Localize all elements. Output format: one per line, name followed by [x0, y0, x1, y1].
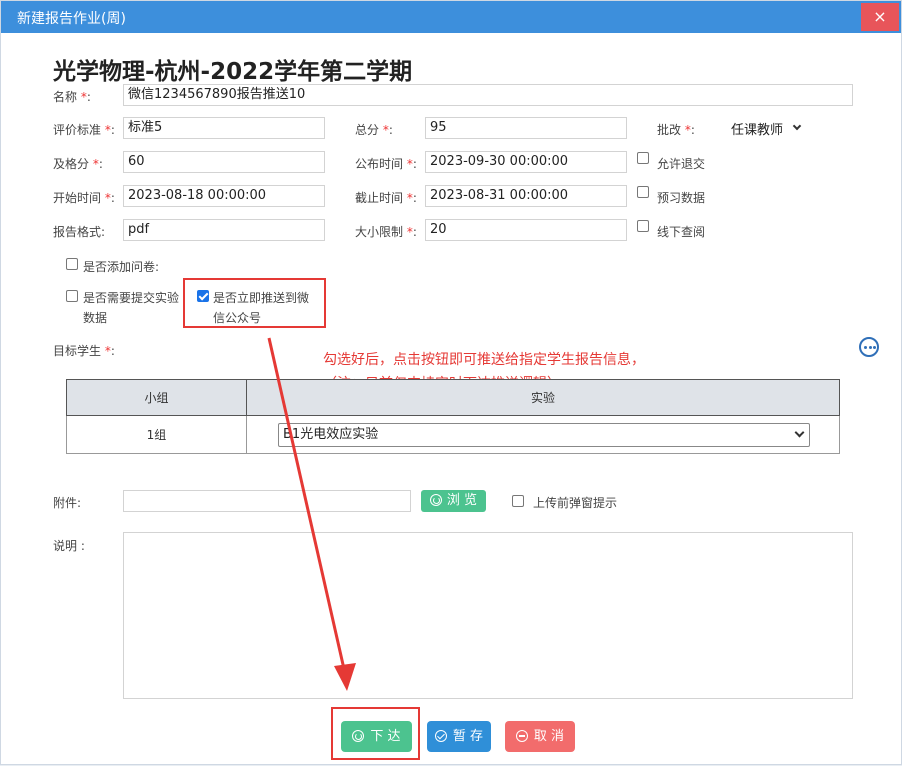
save-button-label: 暂 存 [452, 729, 484, 744]
check-icon [434, 730, 447, 742]
submit-button[interactable]: 下 达 [341, 721, 412, 752]
submit-button-label: 下 达 [370, 729, 401, 744]
save-draft-button[interactable]: 暂 存 [427, 721, 491, 752]
cancel-button[interactable]: 取 消 [505, 721, 575, 752]
submit-icon [352, 730, 365, 742]
annotation-arrow [267, 337, 356, 691]
new-report-dialog: 新建报告作业(周) × 光学物理-杭州-2022学年第二学期 名称 *: 微信1… [0, 0, 902, 765]
minus-circle-icon [515, 730, 528, 742]
cancel-button-label: 取 消 [533, 729, 565, 744]
